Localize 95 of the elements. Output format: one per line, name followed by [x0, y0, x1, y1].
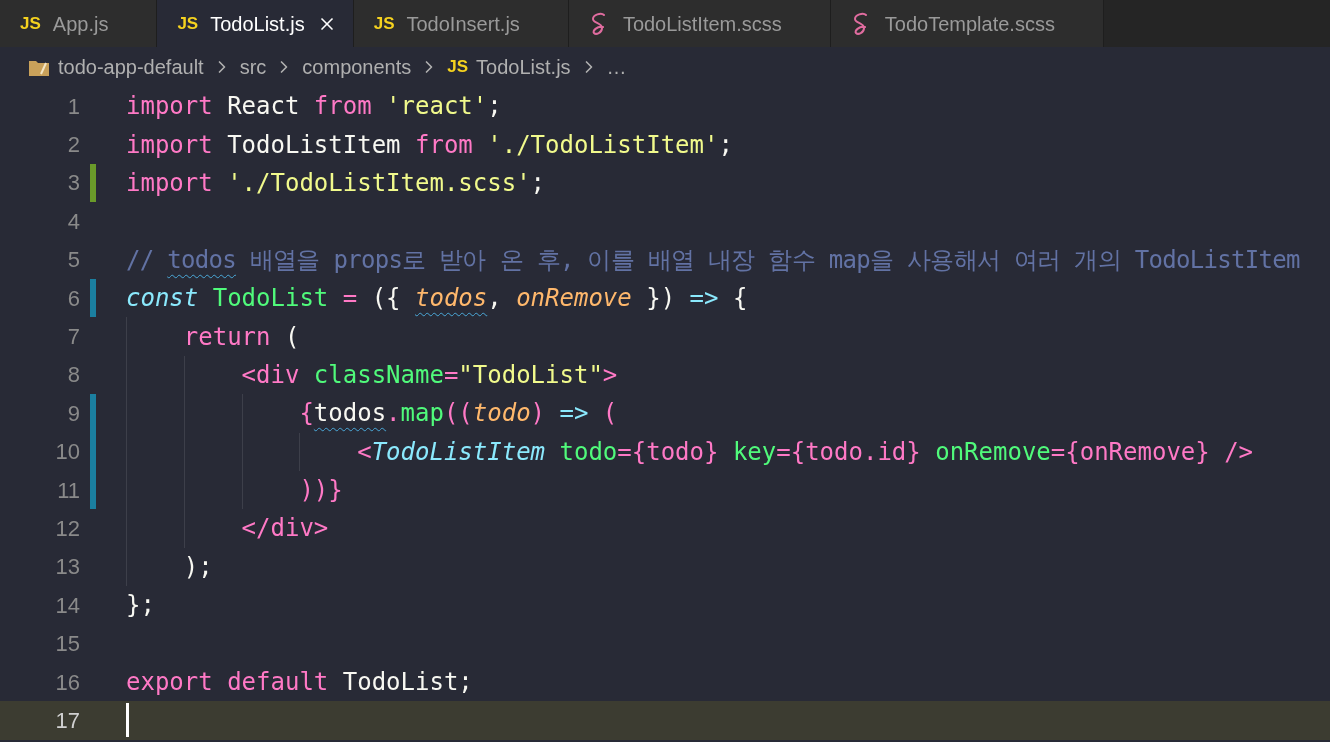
js-icon: JS [447, 54, 469, 80]
code-token: default [226, 667, 329, 699]
code-token: 배열을 props로 받아 온 후, 이를 배열 내장 함수 map을 사용해서 여러 개의 TodoListItem [248, 244, 1300, 276]
code-token: ))} [298, 475, 343, 507]
tab-label: TodoTemplate.scss [884, 11, 1055, 37]
code-token: export [126, 667, 213, 699]
code-token: className [312, 359, 444, 391]
code-token: const [126, 283, 199, 315]
code-token: ; [718, 129, 733, 161]
line-number: 15 [54, 630, 80, 659]
js-icon: JS [373, 10, 395, 37]
code-token: 'react' [385, 91, 488, 123]
code-token: todos [167, 244, 236, 276]
code-token: './TodoListItem.scss' [226, 167, 531, 199]
code-token: onRemove [934, 436, 1051, 468]
tab-label: App.js [52, 11, 109, 37]
code-token: import [126, 167, 213, 199]
code-token: todo [646, 436, 704, 468]
code-token: ; [487, 91, 502, 123]
code-token: > [602, 359, 618, 391]
code-token: { [731, 283, 748, 315]
code-token: => [689, 283, 719, 315]
code-token: TodoList; [341, 667, 473, 699]
editor-tab[interactable]: TodoTemplate.scss [830, 0, 1104, 47]
code-token: onRemove [516, 283, 632, 315]
code-token: } [704, 436, 719, 468]
code-token: }) [645, 283, 677, 315]
code-token: ={onRemove} /> [1050, 436, 1254, 468]
code-token: ); [182, 551, 213, 583]
line-number: 5 [66, 246, 80, 275]
code-token: <div [240, 359, 300, 391]
line-number: 14 [54, 591, 80, 620]
line-number: 16 [54, 668, 80, 697]
code-token: TodoList [211, 283, 329, 315]
line-number: 12 [54, 515, 80, 543]
js-icon: JS [177, 10, 199, 37]
code-token: todo [558, 436, 618, 468]
tab-label: TodoInsert.js [406, 11, 520, 37]
code-token: ) [530, 398, 547, 430]
line-number: 2 [66, 131, 80, 160]
breadcrumb-item[interactable]: todo-app-default [58, 52, 204, 82]
code-token: "TodoList" [458, 359, 603, 391]
code-token: map [400, 398, 444, 430]
code-token: key [731, 436, 777, 468]
code-token: < [356, 436, 372, 468]
code-token: ; [530, 167, 546, 199]
code-token: ( [601, 398, 618, 430]
code-token: => [559, 398, 589, 430]
code-token: = [341, 283, 358, 315]
code-token: './TodoListItem' [486, 129, 719, 161]
code-token: }; [126, 590, 155, 622]
editor-tab[interactable]: TodoListItem.scss [568, 0, 831, 47]
text-cursor [126, 703, 129, 738]
line-number: 6 [66, 284, 80, 313]
code-token: TodoListItem [371, 436, 546, 468]
breadcrumb-item[interactable]: src [239, 52, 267, 82]
code-token: </div> [240, 513, 329, 545]
code-token: ={todo.id} [776, 436, 921, 468]
code-token: import [126, 129, 213, 161]
breadcrumb-item[interactable]: TodoList.js [476, 52, 571, 82]
code-token: = [443, 359, 459, 391]
line-number: 3 [66, 169, 80, 198]
code-token: TodoListItem [226, 129, 402, 161]
code-token: todo [472, 398, 531, 430]
js-icon: JS [20, 10, 41, 37]
code-token: return [182, 321, 271, 353]
line-number: 10 [54, 438, 80, 467]
line-number: 4 [66, 207, 80, 236]
code-token: . [386, 398, 401, 430]
code-token: from [415, 129, 473, 161]
code-token: // [126, 244, 155, 276]
code-token: ( [283, 321, 300, 353]
line-number: 9 [66, 399, 80, 428]
code-token: import [126, 91, 213, 123]
line-number: 8 [66, 361, 80, 390]
breadcrumb-item[interactable]: components [302, 52, 412, 82]
tab-label: TodoListItem.scss [622, 11, 782, 37]
code-token: from [313, 91, 372, 123]
line-number: 13 [54, 553, 80, 582]
code-token: ={ [617, 436, 647, 468]
line-number: 11 [56, 476, 80, 505]
code-token: , [487, 283, 503, 315]
code-token: (( [443, 398, 473, 430]
code-token: todos [415, 283, 488, 315]
code-token: ({ [370, 283, 402, 315]
editor-tab[interactable]: JS App.js [0, 0, 158, 47]
code-token: todos [313, 398, 387, 430]
line-number: 7 [66, 323, 80, 352]
line-number: 1 [66, 92, 80, 121]
code-token: { [298, 398, 314, 430]
tab-label: TodoList.js [210, 11, 305, 37]
code-token: React [226, 91, 301, 123]
editor-tab[interactable]: JS TodoList.js [157, 0, 354, 47]
breadcrumb-item[interactable]: … [606, 52, 627, 82]
editor-tab[interactable]: JS TodoInsert.js [353, 0, 569, 47]
